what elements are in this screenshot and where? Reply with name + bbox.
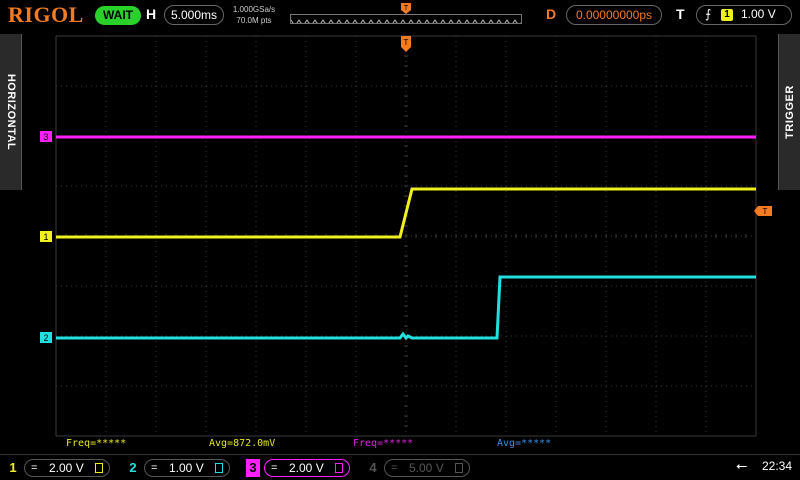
channel-status-bar: 1 = 2.00 V 2 = 1.00 V 3 = 2.00 V 4 = 5.0…: [0, 454, 800, 480]
channel-1-number: 1: [9, 460, 17, 475]
channel-2-number: 2: [129, 460, 137, 475]
measurement-ch1-avg: Avg=872.0mV: [209, 438, 276, 449]
channel-2-scale-box: = 1.00 V: [144, 459, 230, 477]
dc-coupling-icon: =: [391, 462, 398, 474]
channel-3-marker-label: 3: [43, 132, 48, 142]
trigger-time-marker[interactable]: T: [401, 36, 411, 52]
bandwidth-limit-icon: [215, 463, 223, 473]
channel-2-scale: 1.00 V: [169, 461, 204, 475]
bandwidth-limit-icon: [335, 463, 343, 473]
bandwidth-limit-icon: [95, 463, 103, 473]
dc-coupling-icon: =: [271, 462, 278, 474]
channel-1-marker-label: 1: [43, 232, 48, 242]
channel-1-marker[interactable]: 1: [40, 231, 52, 242]
channel-3-number: 3: [246, 459, 260, 477]
channel-2-marker-label: 2: [43, 333, 48, 343]
trigger-menu-tab[interactable]: TRIGGER: [778, 34, 800, 190]
channel-4-scale-box: = 5.00 V: [384, 459, 470, 477]
waveform-display[interactable]: T T 3 1 2: [0, 0, 800, 480]
system-clock: 22:34: [762, 459, 793, 473]
trigger-time-marker-label: T: [404, 38, 409, 47]
channel-3-scale-box: = 2.00 V: [264, 459, 350, 477]
dc-coupling-icon: =: [31, 462, 38, 474]
channel-4-scale: 5.00 V: [409, 461, 444, 475]
channel-3-scale: 2.00 V: [289, 461, 324, 475]
bandwidth-limit-icon: [455, 463, 463, 473]
horizontal-menu-tab[interactable]: HORIZONTAL: [0, 34, 22, 190]
measurement-ch2-avg: Avg=*****: [497, 438, 552, 449]
trigger-level-marker-label: T: [763, 207, 768, 216]
usb-icon: ⭠: [736, 457, 748, 473]
measurement-ch1-freq: Freq=*****: [66, 438, 127, 449]
dc-coupling-icon: =: [151, 462, 158, 474]
channel-4-number: 4: [369, 460, 377, 475]
trigger-level-marker[interactable]: T: [754, 206, 772, 216]
horizontal-tab-label: HORIZONTAL: [4, 73, 17, 151]
trigger-tab-label: TRIGGER: [783, 85, 796, 139]
channel-1-scale-box: = 2.00 V: [24, 459, 110, 477]
channel-1-scale: 2.00 V: [49, 461, 84, 475]
channel-3-marker[interactable]: 3: [40, 131, 52, 142]
measurement-ch3-freq: Freq=*****: [353, 438, 414, 449]
channel-2-marker[interactable]: 2: [40, 332, 52, 343]
